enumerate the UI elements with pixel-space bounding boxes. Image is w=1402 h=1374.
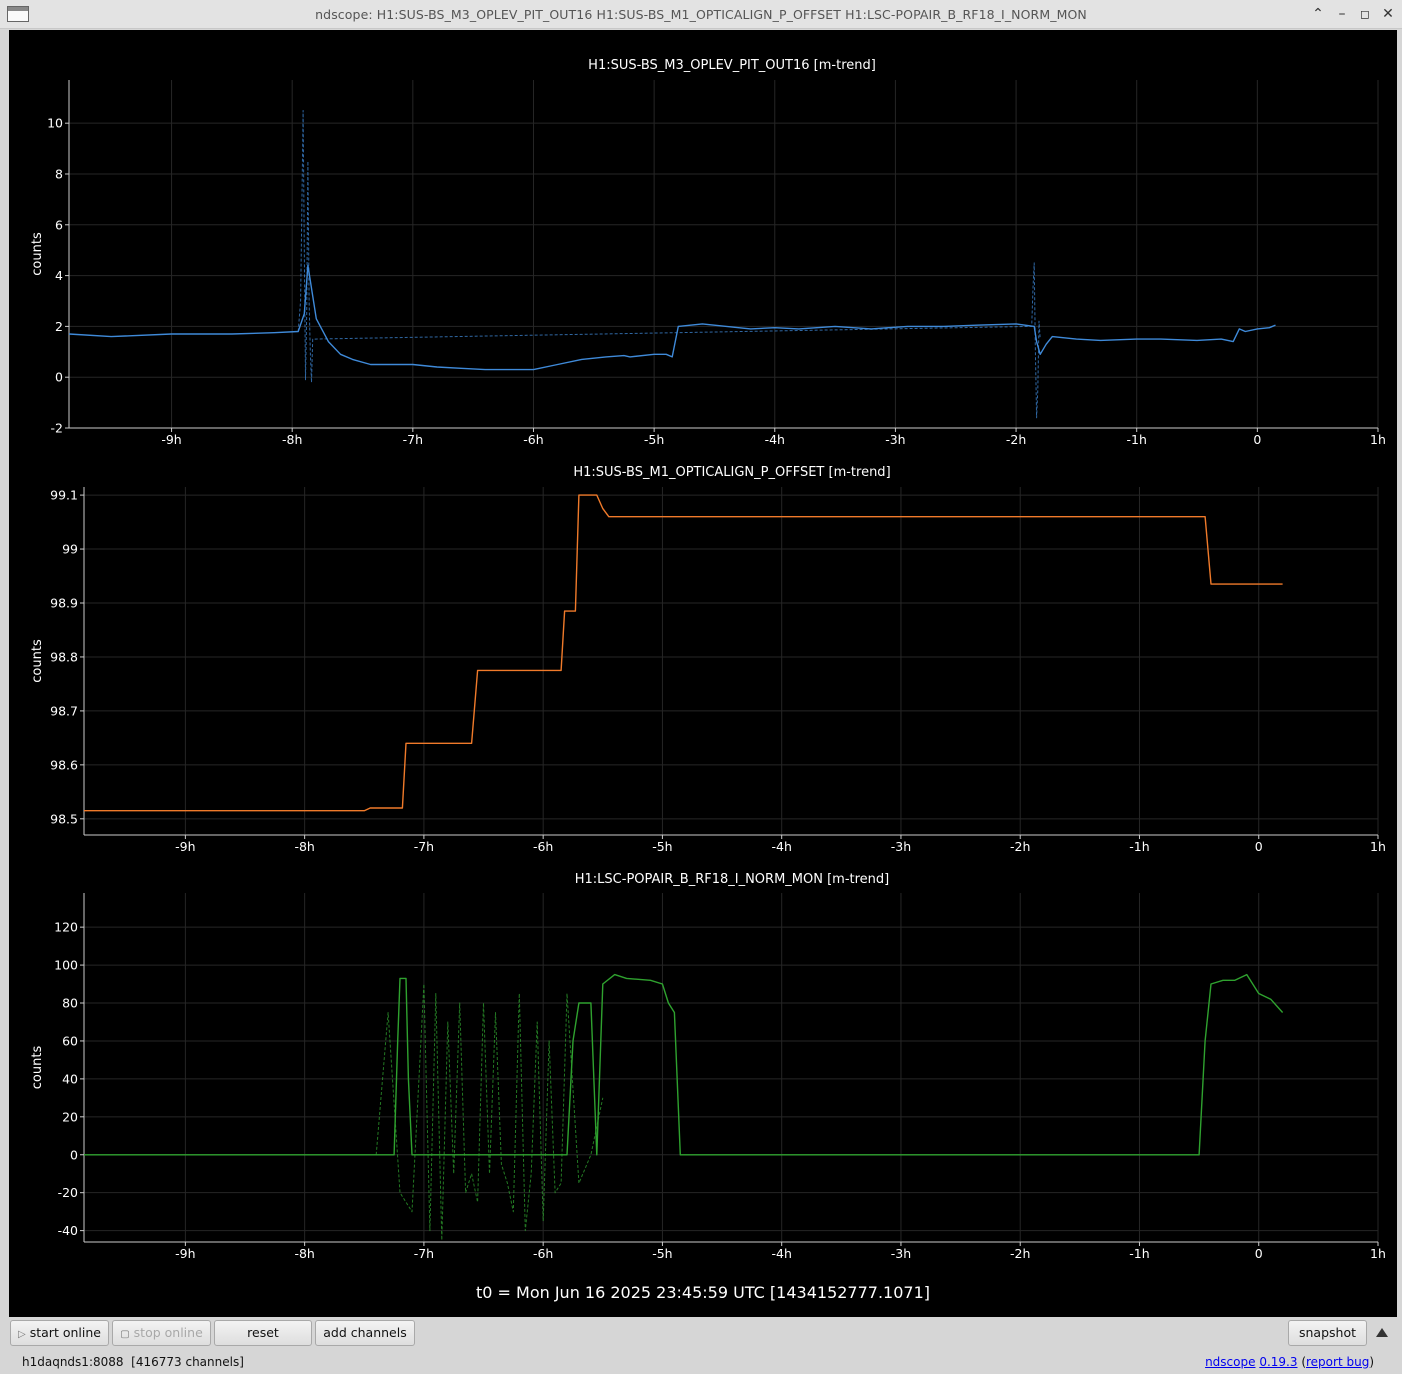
y-tick-label: 80: [62, 996, 78, 1011]
x-tick-label: -3h: [891, 839, 911, 854]
plots-canvas[interactable]: H1:SUS-BS_M3_OPLEV_PIT_OUT16 [m-trend] co…: [0, 0, 1402, 1374]
series-line: [84, 973, 1284, 1156]
y-tick-label: 6: [55, 217, 63, 232]
series-line: [84, 494, 1283, 812]
y-tick-label: 10: [47, 116, 63, 131]
channel-count: [416773 channels]: [131, 1355, 244, 1369]
x-tick-label: 1h: [1370, 432, 1386, 447]
y-tick-label: 100: [54, 958, 78, 973]
y-tick-label: 2: [55, 319, 63, 334]
y-tick-label: -2: [51, 421, 63, 436]
snapshot-button[interactable]: snapshot: [1288, 1320, 1367, 1346]
t0-label: t0 = Mon Jun 16 2025 23:45:59 UTC [14341…: [475, 1283, 931, 1302]
y-tick-label: 98.9: [50, 596, 78, 611]
x-tick-label: -4h: [771, 839, 791, 854]
play-icon: ▷: [18, 1329, 26, 1340]
add-channels-button[interactable]: add channels: [315, 1320, 415, 1346]
y-tick-label: 0: [70, 1147, 78, 1162]
y-tick-label: 40: [62, 1071, 78, 1086]
ndscope-link[interactable]: ndscope: [1205, 1355, 1255, 1369]
x-tick-label: -6h: [533, 1246, 553, 1261]
x-tick-label: -6h: [523, 432, 543, 447]
report-bug-link[interactable]: report bug: [1306, 1355, 1369, 1369]
stop-icon: ▢: [120, 1329, 130, 1340]
y-tick-label: 20: [62, 1109, 78, 1124]
y-tick-label: 99: [62, 542, 78, 557]
x-tick-label: -2h: [1006, 432, 1026, 447]
reset-button[interactable]: reset: [214, 1320, 312, 1346]
x-tick-label: -5h: [644, 432, 664, 447]
y-tick-label: 120: [54, 920, 78, 935]
start-online-button[interactable]: ▷ start online: [10, 1320, 109, 1346]
plot-title: H1:SUS-BS_M1_OPTICALIGN_P_OFFSET [m-tren…: [573, 465, 890, 480]
y-tick-label: -40: [58, 1223, 78, 1238]
y-tick-label: 0: [55, 370, 63, 385]
x-tick-label: -5h: [652, 839, 672, 854]
x-tick-label: -9h: [161, 432, 181, 447]
x-tick-label: -7h: [403, 432, 423, 447]
x-tick-label: -1h: [1129, 1246, 1149, 1261]
series-line: [68, 264, 1276, 371]
version-link[interactable]: 0.19.3: [1259, 1355, 1297, 1369]
server-address: h1daqnds1:8088: [22, 1355, 124, 1369]
status-bar: h1daqnds1:8088 [416773 channels] ndscope…: [0, 1350, 1402, 1374]
x-tick-label: -8h: [294, 839, 314, 854]
y-axis-label: counts: [30, 1046, 45, 1090]
y-axis-label: counts: [30, 639, 45, 683]
y-tick-label: 98.6: [50, 757, 78, 772]
x-tick-label: 1h: [1370, 839, 1386, 854]
x-tick-label: -1h: [1129, 839, 1149, 854]
x-tick-label: 1h: [1370, 1246, 1386, 1261]
x-tick-label: -3h: [891, 1246, 911, 1261]
x-tick-label: -8h: [294, 1246, 314, 1261]
toolbar: ▷ start online ▢ stop online reset add cha…: [0, 1318, 1402, 1348]
y-tick-label: 4: [55, 268, 63, 283]
y-tick-label: 98.7: [50, 703, 78, 718]
x-tick-label: -2h: [1010, 839, 1030, 854]
x-tick-label: -1h: [1127, 432, 1147, 447]
plot-title: H1:SUS-BS_M3_OPLEV_PIT_OUT16 [m-trend]: [588, 58, 876, 73]
x-tick-label: -3h: [885, 432, 905, 447]
series-minmax-line: [297, 110, 1041, 419]
x-tick-label: -7h: [414, 1246, 434, 1261]
y-tick-label: 60: [62, 1033, 78, 1048]
plot-title: H1:LSC-POPAIR_B_RF18_I_NORM_MON [m-trend…: [575, 872, 890, 887]
expand-arrow-icon[interactable]: [1376, 1328, 1388, 1337]
x-tick-label: -5h: [652, 1246, 672, 1261]
x-tick-label: -9h: [175, 1246, 195, 1261]
x-tick-label: -4h: [771, 1246, 791, 1261]
y-tick-label: 98.8: [50, 649, 78, 664]
x-tick-label: -4h: [765, 432, 785, 447]
x-tick-label: 0: [1255, 1246, 1263, 1261]
x-tick-label: 0: [1253, 432, 1261, 447]
x-tick-label: -9h: [175, 839, 195, 854]
y-tick-label: -20: [58, 1185, 78, 1200]
y-tick-label: 8: [55, 166, 63, 181]
x-tick-label: -7h: [414, 839, 434, 854]
stop-online-button: ▢ stop online: [112, 1320, 211, 1346]
y-axis-label: counts: [30, 232, 45, 276]
x-tick-label: -6h: [533, 839, 553, 854]
y-tick-label: 99.1: [50, 488, 78, 503]
server-info: h1daqnds1:8088 [416773 channels]: [22, 1355, 244, 1369]
x-tick-label: -2h: [1010, 1246, 1030, 1261]
version-info: ndscope 0.19.3 (report bug): [1205, 1355, 1374, 1369]
y-tick-label: 98.5: [50, 811, 78, 826]
x-tick-label: 0: [1255, 839, 1263, 854]
x-tick-label: -8h: [282, 432, 302, 447]
